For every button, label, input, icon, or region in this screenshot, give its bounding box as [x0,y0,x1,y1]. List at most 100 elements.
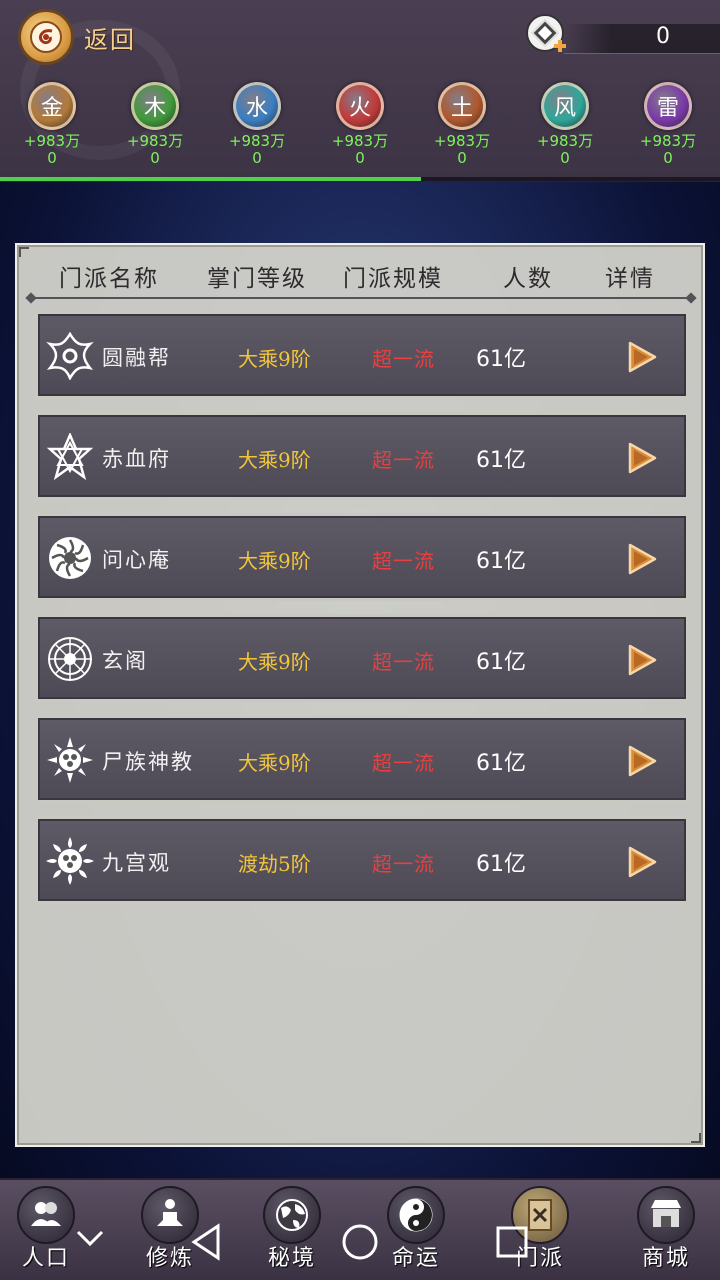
element-resources: 金 +983万 0 木 +983万 0 水 +983万 0 火 +983万 0 土 +983万 0 风 +983… [0,82,720,174]
sect-row[interactable]: 赤血府 大乘9阶 超一流 61亿 [35,412,689,500]
element-bonus: +983万 [331,132,389,150]
lotus-emblem-icon [49,537,91,579]
member-count: 61亿 [476,650,526,675]
element-orb-icon: 水 [233,82,281,130]
back-arrow-icon [18,9,74,65]
element-bonus: +983万 [228,132,286,150]
element-resource[interactable]: 火 +983万 0 [315,82,405,166]
element-resource[interactable]: 土 +983万 0 [417,82,507,166]
element-count: 0 [355,149,365,167]
element-count: 0 [47,149,57,167]
nav-item-shop[interactable]: 商城 [614,1186,718,1280]
sect-scale: 超一流 [372,751,435,775]
sect-scale: 超一流 [372,549,435,573]
shop-icon [637,1186,695,1244]
sect-row[interactable]: 玄阁 大乘9阶 超一流 61亿 [35,614,689,702]
column-header-detail: 详情 [605,266,655,292]
member-count: 61亿 [476,549,526,574]
play-arrow-icon[interactable] [624,441,658,475]
element-orb-icon: 风 [541,82,589,130]
sect-row[interactable]: 九宫观 渡劫5阶 超一流 61亿 [35,816,689,904]
nav-item-globe[interactable]: 秘境 [240,1186,344,1280]
column-header-rank: 掌门等级 [207,266,307,292]
member-count: 61亿 [476,448,526,473]
sect-scale: 超一流 [372,347,435,371]
nav-label: 秘境 [267,1246,316,1271]
leader-rank: 大乘9阶 [238,448,311,472]
member-count: 61亿 [476,852,526,877]
population-icon [17,1186,75,1244]
sect-scale: 超一流 [372,852,435,876]
leader-rank: 大乘9阶 [238,751,311,775]
panel-corner [691,1133,701,1143]
leader-rank: 大乘9阶 [238,549,311,573]
element-bonus: +983万 [23,132,81,150]
element-bonus: +983万 [433,132,491,150]
column-header-scale: 门派规模 [343,266,443,292]
back-button[interactable]: 返回 [18,8,168,66]
resource-progress-bar [0,177,720,181]
sect-row[interactable]: 圆融帮 大乘9阶 超一流 61亿 [35,311,689,399]
sect-name: 九宫观 [102,851,171,875]
system-home-icon[interactable] [340,1222,380,1262]
element-count: 0 [252,149,262,167]
element-orb-icon: 火 [336,82,384,130]
element-bonus: +983万 [536,132,594,150]
panel-corner [19,247,29,257]
element-resource[interactable]: 水 +983万 0 [212,82,302,166]
system-recents-icon[interactable] [494,1224,530,1260]
top-status-bar: 返回 0 金 +983万 0 木 +983万 0 水 +983万 0 火 +983万 0 土 +983万 0… [0,0,720,182]
element-orb-icon: 土 [438,82,486,130]
header-divider [31,297,691,299]
star-emblem-icon [46,433,94,481]
element-count: 0 [663,149,673,167]
sect-name: 尸族神教 [102,750,194,774]
currency-display: 0 [520,10,720,62]
element-count: 0 [150,149,160,167]
element-bonus: +983万 [126,132,184,150]
spirit-gem-icon[interactable] [524,12,570,58]
yinyang-icon [387,1186,445,1244]
play-arrow-icon[interactable] [624,643,658,677]
element-count: 0 [457,149,467,167]
play-arrow-icon[interactable] [624,340,658,374]
play-arrow-icon[interactable] [624,845,658,879]
chevron-down-icon[interactable] [74,1226,106,1250]
sect-name: 问心庵 [102,548,171,572]
sect-scale: 超一流 [372,448,435,472]
element-orb-icon: 雷 [644,82,692,130]
leader-rank: 大乘9阶 [238,347,311,371]
element-orb-icon: 金 [28,82,76,130]
currency-value: 0 [656,24,670,49]
nav-label: 商城 [641,1246,690,1271]
sect-row[interactable]: 尸族神教 大乘9阶 超一流 61亿 [35,715,689,803]
sect-name: 圆融帮 [102,346,171,370]
sun-emblem-icon [47,737,93,783]
element-bonus: +983万 [639,132,697,150]
resource-progress-fill [0,177,422,181]
back-label: 返回 [84,25,136,54]
element-resource[interactable]: 雷 +983万 0 [623,82,713,166]
column-headers: 门派名称 掌门等级 门派规模 人数 详情 [17,259,707,295]
play-arrow-icon[interactable] [624,744,658,778]
sect-name: 玄阁 [102,649,148,673]
sect-row[interactable]: 问心庵 大乘9阶 超一流 61亿 [35,513,689,601]
element-resource[interactable]: 木 +983万 0 [110,82,200,166]
wheel-emblem-icon [48,637,92,681]
leader-rank: 大乘9阶 [238,650,311,674]
element-resource[interactable]: 风 +983万 0 [520,82,610,166]
leader-rank: 渡劫5阶 [238,852,311,876]
element-orb-icon: 木 [131,82,179,130]
sect-scale: 超一流 [372,650,435,674]
shuriken-emblem-icon [46,332,94,380]
play-arrow-icon[interactable] [624,542,658,576]
sect-list-panel: 门派名称 掌门等级 门派规模 人数 详情 圆融帮 大乘9阶 超一流 61亿 赤血府 大乘9… [15,243,705,1147]
sect-name: 赤血府 [102,447,171,471]
member-count: 61亿 [476,751,526,776]
column-header-count: 人数 [503,266,553,292]
system-back-icon[interactable] [188,1222,224,1262]
flame-emblem-icon [46,837,94,885]
element-count: 0 [560,149,570,167]
globe-icon [263,1186,321,1244]
element-resource[interactable]: 金 +983万 0 [7,82,97,166]
